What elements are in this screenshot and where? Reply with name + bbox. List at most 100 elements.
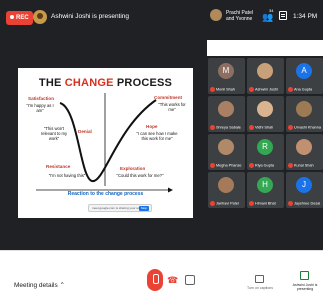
participant-name-text: Shreya Sabale [216,125,241,130]
participant-name-text: Jayshree Desai [294,201,321,206]
participant-tile[interactable]: Ashwini Joshi [247,58,284,94]
camera-toggle-button[interactable] [185,275,195,285]
participant-name-text: Janhavi Patel [216,201,239,206]
captions-label[interactable]: Turn on captions [236,286,284,290]
avatar: H [257,177,273,193]
participant-name: Kunal Shah [288,163,322,168]
top-bar: REC Ashwini Joshi is presenting Prachi P… [0,0,323,40]
avatar: J [296,177,312,193]
avatar [296,139,312,155]
avatar: R [257,139,273,155]
participant-name-text: Ana Gupta [294,87,313,92]
presenter-avatar [33,10,47,24]
recording-badge: REC [6,11,33,25]
commitment-heading: Commitment [154,95,183,100]
present-screen-icon[interactable] [300,271,309,280]
participant-tile[interactable]: Shreya Sabale [208,96,245,132]
pinned-avatar[interactable] [210,9,222,21]
avatar [296,101,312,117]
screen-share-text: meet.google.com is sharing your screen [92,206,146,210]
participant-tile[interactable]: M Monil Shah [208,58,245,94]
avatar [257,63,273,79]
exploration-heading: Exploration [120,166,146,171]
resistance-quote: "I'm not having this" [48,173,86,178]
people-icon[interactable]: 👥 [262,12,273,23]
participant-name: Jayshree Desai [288,201,322,206]
participant-name-text: Ashwini Joshi [255,87,279,92]
participant-name: Riya Gupta [249,163,283,168]
participant-tile[interactable]: H Himani Bhat [247,172,284,208]
participant-name-text: Himani Bhat [255,201,276,206]
present-label[interactable]: Ashwini Joshi is presenting [287,283,323,291]
chat-icon[interactable] [279,11,287,20]
participant-tile[interactable]: A Ana Gupta [286,58,323,94]
avatar [218,139,234,155]
record-dot-icon [10,15,14,20]
participant-name: Megha Phanse [210,163,244,168]
stop-sharing-button[interactable]: Stop [138,206,149,211]
presenting-status: Ashwini Joshi is presenting [51,13,130,20]
mic-off-icon [288,163,293,168]
mic-off-icon [210,87,215,92]
mic-off-icon [288,87,293,92]
participant-name: Vidhi Shah [249,125,283,130]
mic-toggle-button[interactable] [147,269,163,291]
exploration-quote: "Could this work for me?" [116,173,164,178]
participant-name: Ashwini Joshi [249,87,283,92]
participant-name-text: Riya Gupta [255,163,274,168]
participant-name-text: Urvashi Khanna [294,125,322,130]
reaction-caption: Reaction to the change process [67,191,144,197]
bottom-toolbar: Meeting details ⌃ ☎ Turn on captions Ash… [0,250,323,300]
chevron-up-icon: ⌃ [59,282,65,289]
participant-name-text: Monil Shah [216,87,235,92]
participant-tile[interactable]: Kunal Shah [286,134,323,170]
mic-off-icon [249,125,254,130]
participant-name: Himani Bhat [249,201,283,206]
avatar [218,101,234,117]
hope-heading: Hope [146,124,158,129]
satisfaction-heading: Satisfaction [28,96,55,101]
commitment-quote: "This works for me" [158,102,186,112]
mic-off-icon [210,201,215,206]
participant-name: Ana Gupta [288,87,322,92]
resistance-heading: Resistance [46,164,71,169]
mic-off-icon [249,163,254,168]
mic-off-icon [249,201,254,206]
participant-tile[interactable]: J Jayshree Desai [286,172,323,208]
denial-quote: "This won't relevant to my work" [40,126,68,141]
avatar [218,177,234,193]
people-count: 34 [269,8,274,13]
hope-quote: "I can see how I make this work for me" [136,131,178,141]
participant-grid: M Monil Shah Ashwini Joshi A Ana Gupta S… [207,56,323,250]
clock-time: 1:34 PM [293,13,318,20]
meeting-details-button[interactable]: Meeting details ⌃ [14,281,65,289]
mic-off-icon [249,87,254,92]
meeting-details-label: Meeting details [14,282,58,289]
end-call-button[interactable]: ☎ [167,275,178,285]
participant-name: Janhavi Patel [210,201,244,206]
recording-label: REC [16,15,29,21]
participant-name: Monil Shah [210,87,244,92]
participant-name-text: Megha Phanse [216,163,242,168]
participant-tile[interactable]: R Riya Gupta [247,134,284,170]
mic-off-icon [288,125,293,130]
presentation-stage: THE CHANGE PROCESS Satisfaction "I'm hap… [0,40,207,250]
denial-heading: Denial [78,129,92,134]
captions-icon[interactable] [255,275,264,283]
avatar: M [218,63,234,79]
participant-name-text: Vidhi Shah [255,125,274,130]
mic-off-icon [210,125,215,130]
participant-name: Urvashi Khanna [288,125,322,130]
avatar: A [296,63,312,79]
avatar [257,101,273,117]
participant-tile[interactable]: Megha Phanse [208,134,245,170]
screen-share-bar: meet.google.com is sharing your screen S… [88,204,152,212]
participant-tile[interactable]: Vidhi Shah [247,96,284,132]
mic-off-icon [210,163,215,168]
participant-name: Shreya Sabale [210,125,244,130]
participant-tile[interactable]: Urvashi Khanna [286,96,323,132]
mic-off-icon [288,201,293,206]
participant-tile[interactable]: Janhavi Patel [208,172,245,208]
satisfaction-quote: "I'm happy as I am" [26,103,54,113]
participant-name-text: Kunal Shah [294,163,314,168]
